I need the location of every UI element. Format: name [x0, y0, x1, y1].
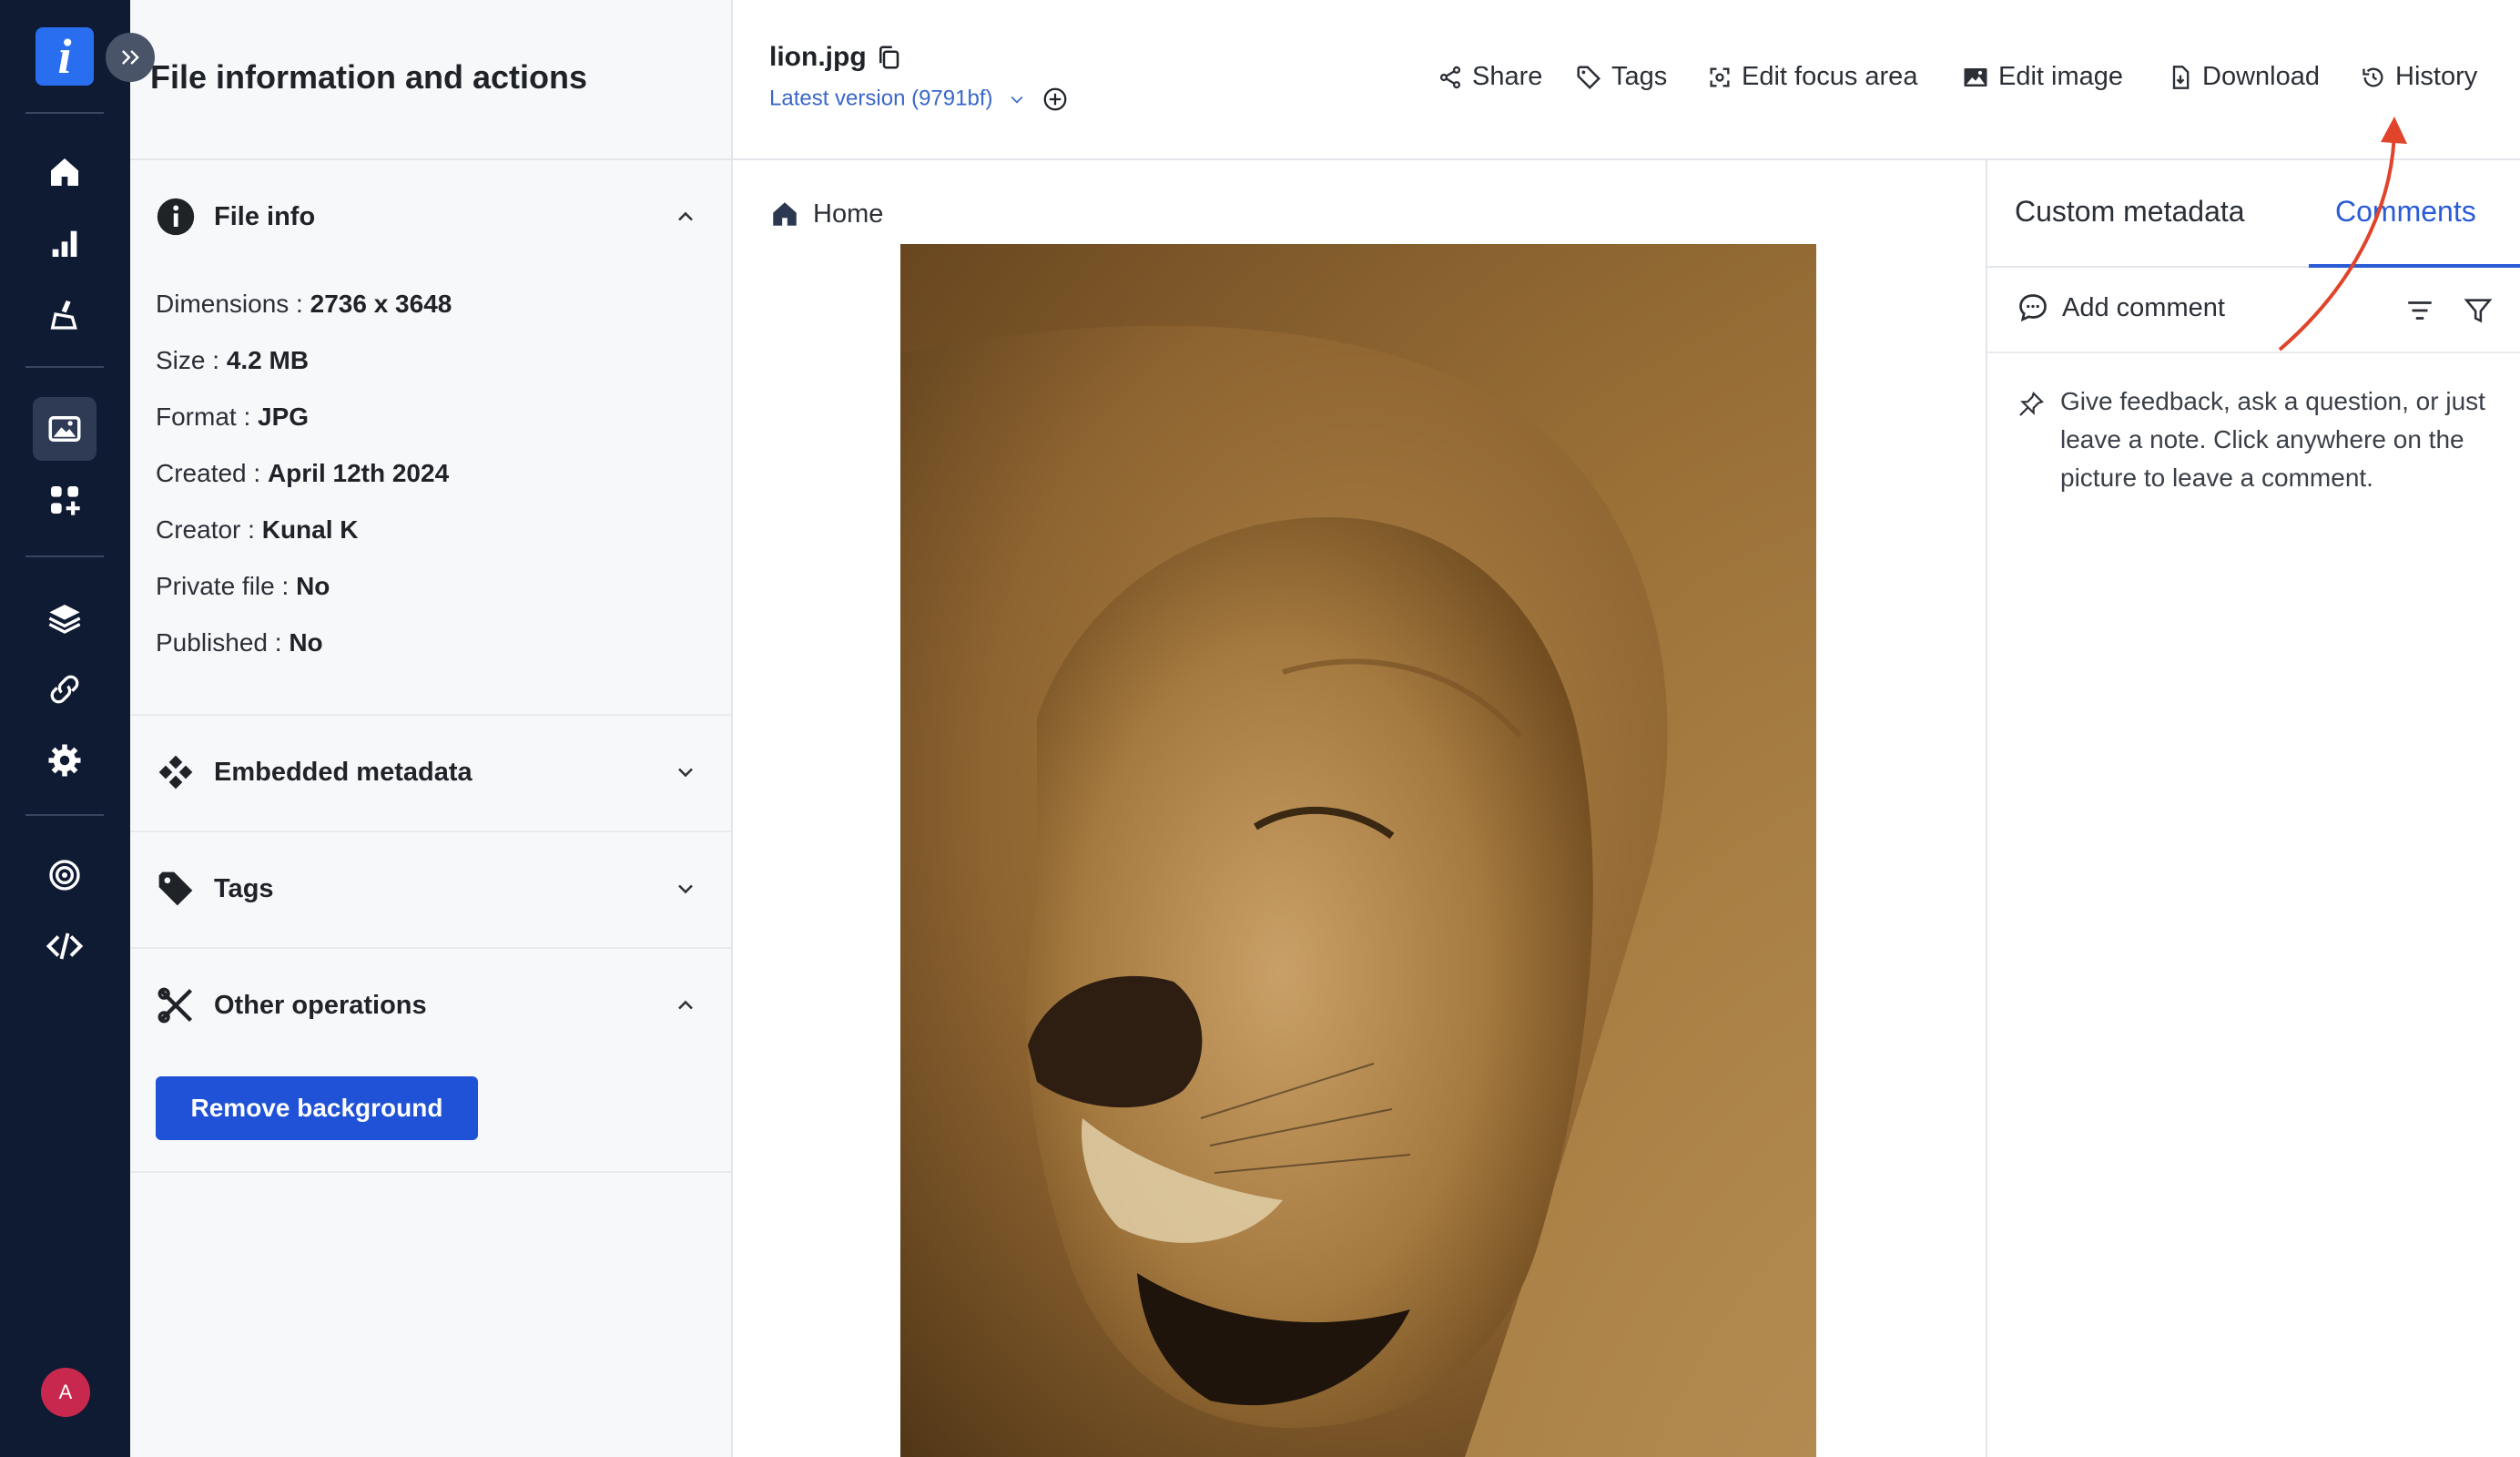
- info-format: Format : JPG: [156, 402, 310, 431]
- section-divider: [130, 714, 731, 716]
- pin-icon: [2019, 392, 2044, 416]
- section-divider: [130, 947, 731, 949]
- comment-icon: [2019, 294, 2047, 322]
- nav-settings-icon[interactable]: [33, 728, 97, 792]
- history-icon: [2362, 67, 2383, 87]
- add-version-icon[interactable]: [1042, 86, 1069, 113]
- edit-image-button[interactable]: Edit image: [1962, 62, 2123, 92]
- edit-focus-area-button[interactable]: Edit focus area: [1707, 62, 1917, 92]
- share-button[interactable]: Share: [1438, 62, 1542, 92]
- image-preview[interactable]: [900, 244, 1816, 1457]
- file-header: lion.jpg Latest version (9791bf) Share T…: [733, 0, 2520, 160]
- tag-icon: [1577, 66, 1601, 89]
- tools-icon: [158, 987, 193, 1024]
- tab-custom-metadata[interactable]: Custom metadata: [2015, 195, 2245, 229]
- chevron-down-icon[interactable]: [673, 759, 698, 785]
- history-button[interactable]: History: [2361, 62, 2477, 92]
- chevron-up-icon[interactable]: [673, 993, 698, 1018]
- section-divider: [130, 1171, 731, 1173]
- copy-icon[interactable]: [875, 44, 902, 71]
- info-published: Published : No: [156, 628, 323, 657]
- nav-layers-icon[interactable]: [33, 586, 97, 650]
- tags-heading: Tags: [214, 873, 274, 903]
- comments-divider: [1987, 352, 2520, 353]
- left-nav: i A: [0, 0, 130, 1457]
- comments-panel: Custom metadata Comments Add comment Giv…: [1986, 160, 2520, 1457]
- nav-divider: [25, 112, 104, 114]
- nav-cleanup-icon[interactable]: [33, 282, 97, 346]
- expand-sidebar-button[interactable]: [106, 33, 155, 82]
- panel-header: File information and actions: [130, 0, 731, 160]
- nav-divider: [25, 366, 104, 368]
- metadata-icon: [158, 755, 193, 790]
- chevron-down-icon[interactable]: [673, 876, 698, 902]
- nav-analytics-icon[interactable]: [33, 211, 97, 275]
- file-info-section-header[interactable]: File info: [156, 189, 720, 244]
- download-icon: [2172, 65, 2190, 89]
- file-name: lion.jpg: [769, 42, 867, 72]
- history-label: History: [2395, 62, 2478, 91]
- edit-focus-label: Edit focus area: [1742, 62, 1918, 91]
- info-created: Created : April 12th 2024: [156, 459, 450, 487]
- user-avatar[interactable]: A: [41, 1368, 90, 1417]
- other-operations-heading: Other operations: [214, 990, 427, 1020]
- image-icon: [1964, 67, 1987, 87]
- focus-icon: [1710, 67, 1730, 87]
- other-operations-section-header[interactable]: Other operations: [156, 978, 720, 1033]
- nav-divider: [25, 814, 104, 816]
- tags-label: Tags: [1611, 62, 1668, 91]
- remove-background-button[interactable]: Remove background: [156, 1076, 478, 1140]
- tag-icon: [158, 871, 193, 906]
- app-logo[interactable]: i: [36, 27, 94, 86]
- file-info-heading: File info: [214, 201, 316, 231]
- version-selector[interactable]: Latest version (9791bf): [769, 86, 1069, 113]
- nav-security-icon[interactable]: [33, 843, 97, 907]
- share-icon: [1439, 66, 1461, 88]
- nav-link-icon[interactable]: [33, 657, 97, 721]
- embedded-metadata-heading: Embedded metadata: [214, 757, 472, 787]
- section-divider: [130, 830, 731, 832]
- nav-apps-icon[interactable]: [33, 468, 97, 532]
- chevron-up-icon[interactable]: [673, 204, 698, 229]
- file-info-panel: File information and actions File info D…: [130, 0, 733, 1457]
- edit-image-label: Edit image: [1998, 62, 2124, 91]
- nav-divider: [25, 555, 104, 557]
- info-private: Private file : No: [156, 572, 330, 600]
- nav-developer-icon[interactable]: [33, 914, 97, 978]
- nav-home-icon[interactable]: [33, 140, 97, 204]
- filter-icon[interactable]: [2463, 295, 2494, 326]
- info-creator: Creator : Kunal K: [156, 515, 359, 544]
- info-dimensions: Dimensions : 2736 x 3648: [156, 290, 452, 318]
- home-icon: [773, 202, 797, 226]
- breadcrumb-home[interactable]: Home: [813, 199, 883, 229]
- share-label: Share: [1472, 62, 1543, 91]
- nav-media-library-icon[interactable]: [33, 397, 97, 461]
- lion-photo: [900, 244, 1816, 1457]
- chevron-down-icon: [1011, 96, 1023, 104]
- annotation-arrow: [2278, 117, 2407, 352]
- download-button[interactable]: Download: [2168, 62, 2320, 92]
- add-comment-button[interactable]: Add comment: [2017, 291, 2225, 324]
- comments-empty-hint: Give feedback, ask a question, or just l…: [2060, 387, 2485, 492]
- tags-section-header[interactable]: Tags: [156, 861, 720, 916]
- add-comment-label: Add comment: [2062, 292, 2225, 322]
- version-label: Latest version (9791bf): [769, 86, 993, 111]
- embedded-metadata-section-header[interactable]: Embedded metadata: [156, 745, 720, 800]
- breadcrumb[interactable]: Home: [769, 199, 883, 229]
- info-size: Size : 4.2 MB: [156, 346, 310, 374]
- info-icon: [157, 198, 195, 236]
- tags-button[interactable]: Tags: [1575, 62, 1667, 92]
- download-label: Download: [2202, 62, 2320, 91]
- double-chevron-right-icon: [122, 50, 139, 65]
- panel-title: File information and actions: [150, 58, 588, 96]
